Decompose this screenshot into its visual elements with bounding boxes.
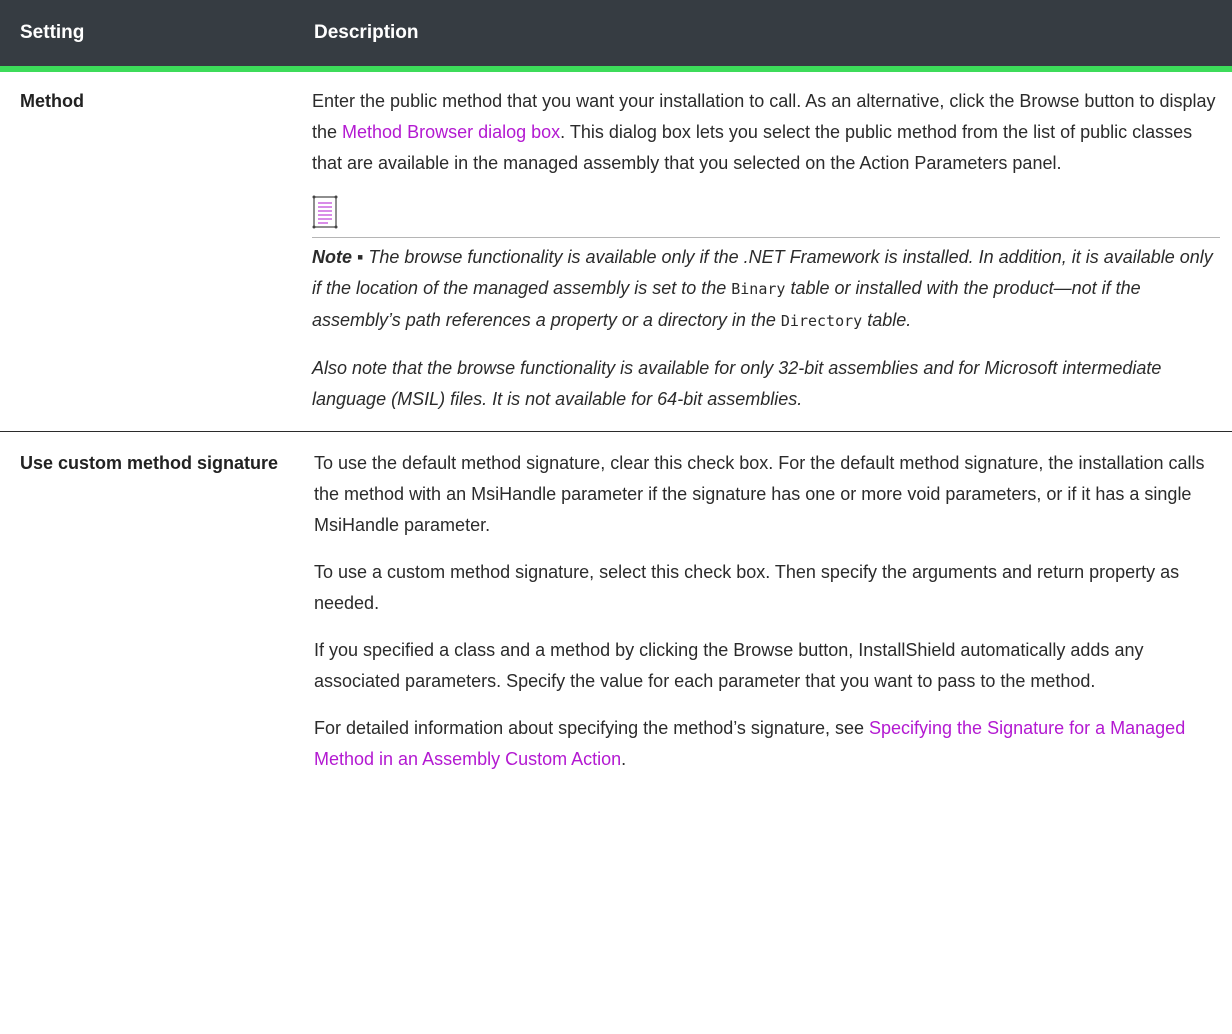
setting-name: Method [20,91,84,111]
header-setting: Setting [20,22,85,43]
table-row-custom-signature: Use custom method signature To use the d… [0,432,1232,791]
text-span: For detailed information about specifyin… [314,718,869,738]
table-row-method: Method Enter the public method that you … [0,72,1232,432]
method-browser-link[interactable]: Method Browser dialog box [342,122,560,142]
setting-description: To use the default method signature, cle… [314,448,1232,791]
description-paragraph: To use a custom method signature, select… [314,562,1180,613]
description-paragraph: For detailed information about specifyin… [314,713,1220,775]
setting-name: Use custom method signature [20,453,279,473]
note-paragraph: Note ▪ The browse functionality is avail… [312,242,1220,337]
note-icon [312,195,1220,231]
note-paragraph-2: Also note that the browse functionality … [312,358,1162,409]
settings-table: Setting Description Method Enter the pub… [0,0,1232,791]
table-header: Setting Description [0,0,1232,72]
text-span: table. [862,310,912,330]
note-label: Note ▪ [312,247,369,267]
description-paragraph: If you specified a class and a method by… [314,640,1144,691]
header-description: Description [314,22,419,43]
note-divider [312,237,1220,238]
code-directory: Directory [780,312,863,330]
description-paragraph: To use the default method signature, cle… [314,453,1205,535]
text-span: . [621,749,627,769]
setting-description: Enter the public method that you want yo… [312,86,1232,415]
code-binary: Binary [731,280,786,298]
description-paragraph: Enter the public method that you want yo… [312,86,1220,179]
